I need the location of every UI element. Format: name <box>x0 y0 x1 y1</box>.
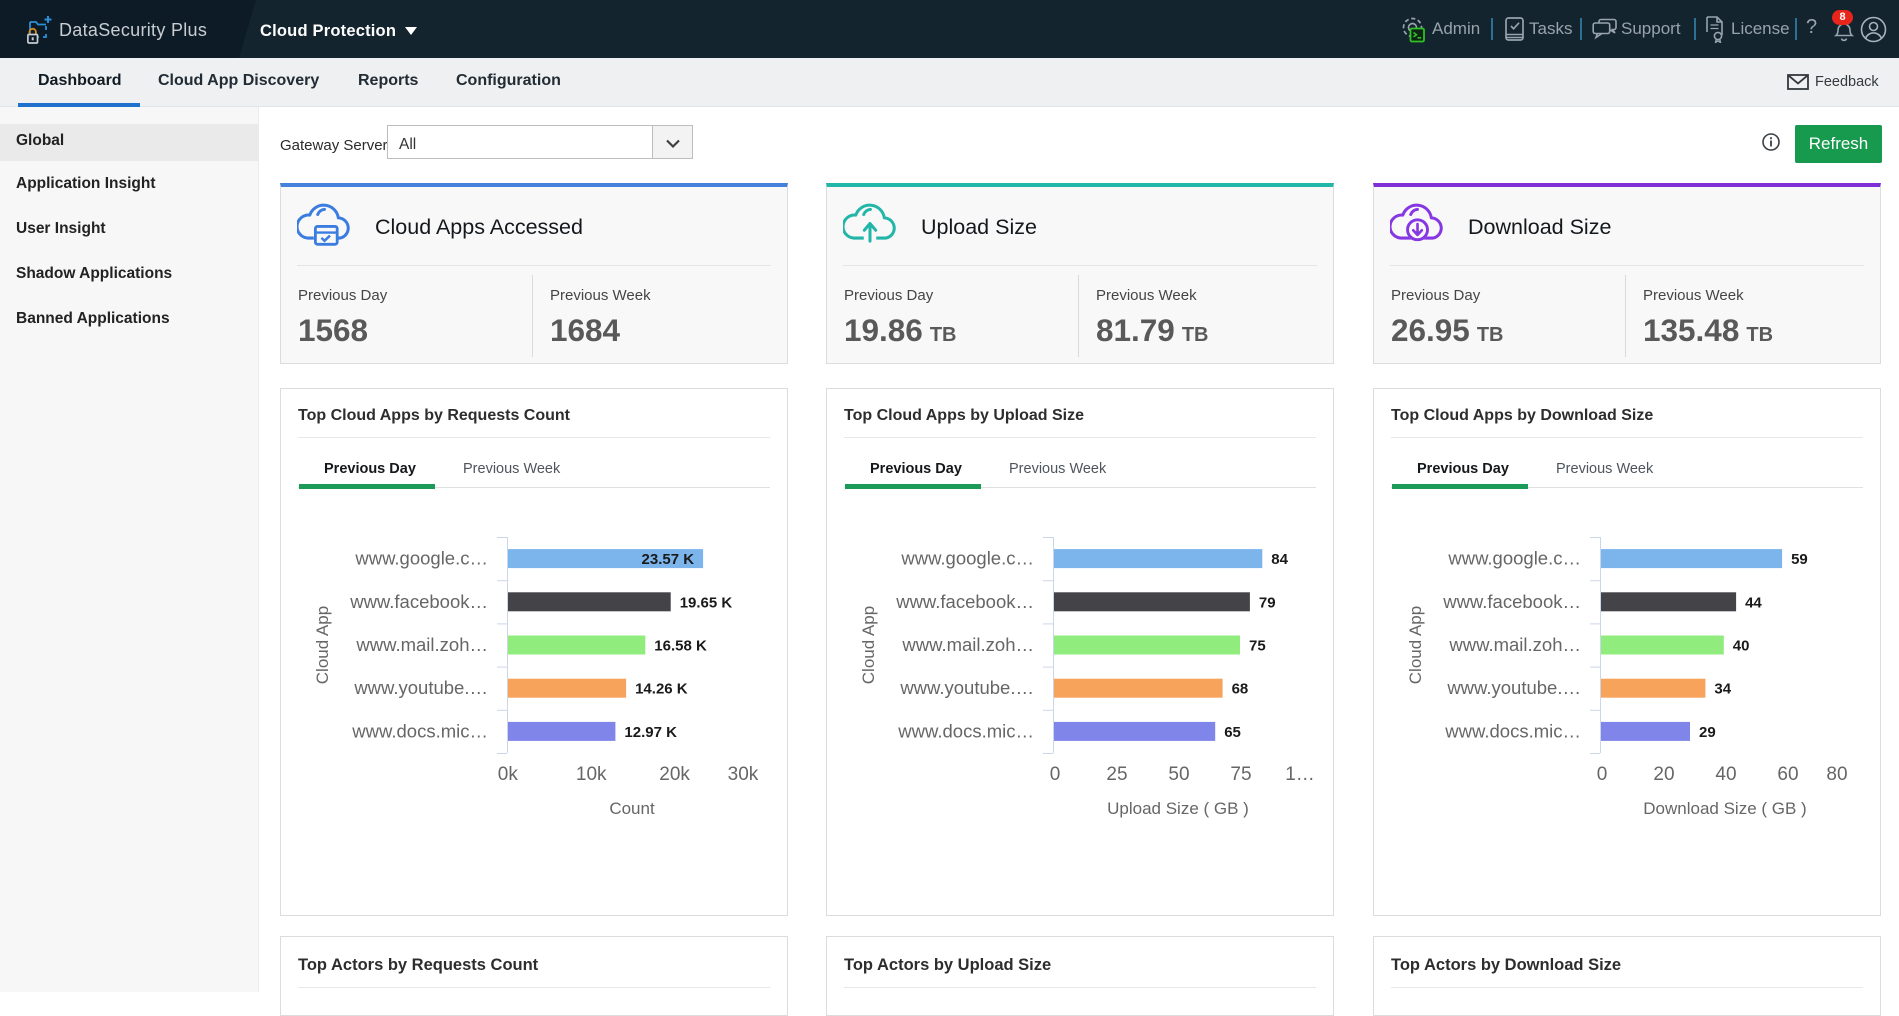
svg-text:20: 20 <box>1653 764 1674 785</box>
svg-text:65: 65 <box>1224 724 1241 741</box>
svg-text:12.97 K: 12.97 K <box>624 724 677 741</box>
svg-text:68: 68 <box>1232 681 1249 698</box>
svg-text:www.docs.mic…: www.docs.mic… <box>351 720 488 741</box>
svg-text:75: 75 <box>1249 638 1266 655</box>
svg-text:www.mail.zoh…: www.mail.zoh… <box>1448 634 1581 655</box>
svg-text:10k: 10k <box>576 764 607 785</box>
svg-text:0: 0 <box>1597 764 1608 785</box>
svg-text:www.youtube.…: www.youtube.… <box>1446 677 1581 698</box>
svg-text:20k: 20k <box>659 764 690 785</box>
svg-text:www.google.c…: www.google.c… <box>1447 548 1581 569</box>
svg-text:23.57 K: 23.57 K <box>642 551 695 568</box>
svg-text:www.facebook…: www.facebook… <box>1442 591 1581 612</box>
svg-text:75: 75 <box>1230 764 1251 785</box>
svg-text:www.facebook…: www.facebook… <box>349 591 488 612</box>
svg-text:www.mail.zoh…: www.mail.zoh… <box>355 634 488 655</box>
svg-text:www.docs.mic…: www.docs.mic… <box>897 720 1034 741</box>
svg-text:www.google.c…: www.google.c… <box>354 548 488 569</box>
svg-text:80: 80 <box>1826 764 1847 785</box>
svg-text:Download Size ( GB ): Download Size ( GB ) <box>1643 799 1806 818</box>
svg-text:Cloud App: Cloud App <box>313 606 332 684</box>
svg-text:60: 60 <box>1777 764 1798 785</box>
svg-text:44: 44 <box>1745 594 1762 611</box>
svg-text:Cloud App: Cloud App <box>859 606 878 684</box>
svg-text:59: 59 <box>1791 551 1808 568</box>
svg-text:30k: 30k <box>728 764 759 785</box>
svg-text:www.youtube.…: www.youtube.… <box>353 677 488 698</box>
svg-text:25: 25 <box>1106 764 1127 785</box>
svg-text:www.youtube.…: www.youtube.… <box>899 677 1034 698</box>
svg-text:29: 29 <box>1699 724 1716 741</box>
svg-text:0: 0 <box>1050 764 1061 785</box>
svg-text:50: 50 <box>1168 764 1189 785</box>
svg-text:www.facebook…: www.facebook… <box>895 591 1034 612</box>
svg-text:16.58 K: 16.58 K <box>654 638 707 655</box>
svg-text:19.65 K: 19.65 K <box>680 594 733 611</box>
svg-text:Upload Size ( GB ): Upload Size ( GB ) <box>1107 799 1249 818</box>
svg-text:84: 84 <box>1271 551 1288 568</box>
svg-text:www.mail.zoh…: www.mail.zoh… <box>901 634 1034 655</box>
svg-text:40: 40 <box>1715 764 1736 785</box>
svg-text:Count: Count <box>609 799 655 818</box>
svg-text:Cloud App: Cloud App <box>1406 606 1425 684</box>
svg-text:0k: 0k <box>498 764 519 785</box>
svg-text:www.google.c…: www.google.c… <box>900 548 1034 569</box>
svg-text:1…: 1… <box>1285 764 1315 785</box>
svg-text:40: 40 <box>1733 638 1750 655</box>
svg-text:www.docs.mic…: www.docs.mic… <box>1444 720 1581 741</box>
svg-text:79: 79 <box>1259 594 1276 611</box>
svg-text:34: 34 <box>1714 681 1731 698</box>
svg-text:14.26 K: 14.26 K <box>635 681 688 698</box>
